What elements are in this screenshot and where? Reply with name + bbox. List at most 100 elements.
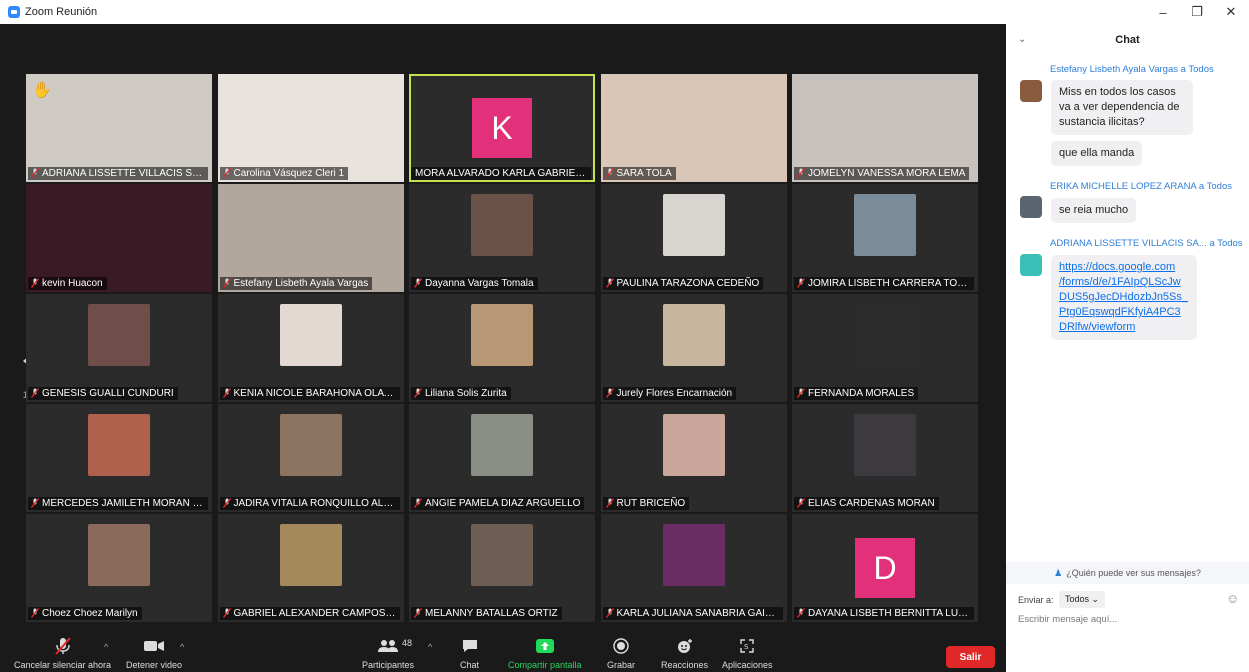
mic-muted-icon (31, 388, 39, 398)
participant-name: RUT BRICEÑO (602, 497, 690, 510)
participant-tile[interactable]: Choez Choez Marilyn (26, 514, 212, 622)
participant-video (662, 194, 725, 256)
participant-tile[interactable]: SARA TOLA (600, 74, 787, 182)
participant-tile[interactable]: ✋ ADRIANA LISSETTE VILLACIS SANTOS (26, 74, 212, 182)
who-can-see-label: ¿Quién puede ver sus mensajes? (1066, 568, 1201, 578)
participant-tile[interactable]: ELIAS CARDENAS MORAN (792, 404, 978, 512)
participant-name: KENIA NICOLE BARAHONA OLAYA (219, 387, 400, 400)
participant-tile[interactable]: JADIRA VITALIA RONQUILLO ALCIVAR (217, 404, 404, 512)
audio-options-caret[interactable]: ^ (104, 642, 108, 652)
participant-name: DAYANA LISBETH BERNITTA LUCAS (794, 607, 974, 620)
participant-name: PAULINA TARAZONA CEDEÑO (602, 277, 764, 290)
emoji-icon[interactable]: ☺ (1226, 591, 1239, 606)
participant-tile[interactable]: GABRIEL ALEXANDER CAMPOS ME... (217, 514, 404, 622)
smiley-plus-icon (676, 636, 694, 656)
mic-muted-icon (31, 608, 39, 618)
restore-button[interactable]: ❐ (1180, 0, 1214, 24)
participant-video (854, 194, 916, 256)
mic-muted-icon (605, 498, 614, 508)
meeting-toolbar: Cancelar silenciar ahora ^ Detener video… (0, 634, 1006, 672)
avatar: K (472, 98, 532, 158)
mic-muted-icon (797, 608, 805, 618)
participant-name: ANGIE PAMELA DIAZ ARGUELLO (411, 497, 585, 510)
mic-muted-icon (605, 608, 614, 618)
participant-video (279, 524, 342, 586)
mic-muted-icon (222, 498, 231, 508)
participant-name: KARLA JULIANA SANABRIA GAIBOR (602, 607, 783, 620)
participant-name: Liliana Solis Zurita (411, 387, 511, 400)
participant-tile[interactable]: MELANNY BATALLAS ORTIZ (409, 514, 595, 622)
participant-video (279, 414, 342, 476)
mic-muted-icon (222, 388, 231, 398)
participant-video (88, 304, 150, 366)
apps-button[interactable]: S Aplicaciones (722, 636, 773, 670)
participant-tile[interactable]: MERCEDES JAMILETH MORAN GU... (26, 404, 212, 512)
participant-tile[interactable]: Estefany Lisbeth Ayala Vargas (217, 184, 404, 292)
participant-tile[interactable]: kevin Huacon (26, 184, 212, 292)
mic-muted-icon (31, 168, 39, 178)
participant-name: Estefany Lisbeth Ayala Vargas (219, 277, 373, 290)
participant-name: Carolina Vásquez Cleri 1 (219, 167, 349, 180)
collapse-chat-icon[interactable]: ⌄ (1018, 34, 1026, 45)
unmute-label: Cancelar silenciar ahora (14, 660, 112, 670)
mic-muted-icon (222, 608, 231, 618)
participant-video (88, 524, 150, 586)
avatar (1020, 196, 1042, 218)
participant-tile[interactable]: D DAYANA LISBETH BERNITTA LUCAS (792, 514, 978, 622)
mic-muted-icon (31, 278, 39, 288)
apps-label: Aplicaciones (722, 660, 773, 670)
share-screen-button[interactable]: Compartir pantalla (508, 636, 582, 670)
chat-message-input[interactable] (1018, 614, 1238, 625)
record-button[interactable]: Grabar (607, 636, 635, 670)
record-icon (613, 636, 629, 656)
participant-tile[interactable]: Dayanna Vargas Tomala (409, 184, 595, 292)
mic-muted-icon (222, 168, 231, 178)
close-button[interactable]: ✕ (1214, 0, 1248, 24)
chat-message-link: https://docs.google.com /forms/d/e/1FAIp… (1051, 255, 1197, 340)
participant-video (662, 524, 725, 586)
participant-tile[interactable]: JOMIRA LISBETH CARRERA TOMALÁ (792, 184, 978, 292)
chat-title: Chat (1115, 34, 1140, 46)
participant-tile[interactable]: K MORA ALVARADO KARLA GABRIELA (409, 74, 595, 182)
mic-muted-icon (222, 278, 231, 288)
participant-video (600, 74, 787, 182)
participant-video (279, 304, 342, 366)
avatar (1020, 254, 1042, 276)
video-options-caret[interactable]: ^ (180, 642, 184, 652)
leave-button[interactable]: Salir (946, 646, 995, 668)
mic-muted-icon (31, 498, 39, 508)
participant-name: JADIRA VITALIA RONQUILLO ALCIVAR (219, 497, 400, 510)
participant-name: GABRIEL ALEXANDER CAMPOS ME... (219, 607, 400, 620)
stop-video-button[interactable]: Detener video (126, 636, 182, 670)
mic-muted-icon (797, 168, 805, 178)
reactions-button[interactable]: Reacciones (661, 636, 708, 670)
participant-name: kevin Huacon (28, 277, 107, 290)
unmute-button[interactable]: Cancelar silenciar ahora (14, 636, 111, 670)
stop-video-label: Detener video (126, 660, 183, 670)
participant-tile[interactable]: Carolina Vásquez Cleri 1 (217, 74, 404, 182)
participant-tile[interactable]: KARLA JULIANA SANABRIA GAIBOR (600, 514, 787, 622)
participant-tile[interactable]: ANGIE PAMELA DIAZ ARGUELLO (409, 404, 595, 512)
window-titlebar: Zoom Reunión – ❐ ✕ (0, 0, 1249, 24)
chat-button[interactable]: Chat (460, 636, 479, 670)
form-link[interactable]: https://docs.google.com /forms/d/e/1FAIp… (1059, 261, 1188, 333)
participant-tile[interactable]: JOMELYN VANESSA MORA LEMA (792, 74, 978, 182)
participant-tile[interactable]: GENESIS GUALLI CUNDURI (26, 294, 212, 402)
chat-bubble-icon (461, 636, 479, 656)
participant-tile[interactable]: FERNANDA MORALES (792, 294, 978, 402)
participant-tile[interactable]: Liliana Solis Zurita (409, 294, 595, 402)
participant-tile[interactable]: KENIA NICOLE BARAHONA OLAYA (217, 294, 404, 402)
participant-tile[interactable]: Jurely Flores Encarnación (600, 294, 787, 402)
participant-tile[interactable]: RUT BRICEÑO (600, 404, 787, 512)
participant-name: Choez Choez Marilyn (28, 607, 142, 620)
chat-message: que ella manda (1051, 141, 1143, 166)
participant-name: GENESIS GUALLI CUNDURI (28, 387, 178, 400)
mic-muted-icon (797, 388, 805, 398)
avatar: D (855, 538, 915, 598)
send-to-dropdown[interactable]: Todos ⌄ (1059, 591, 1106, 608)
participant-tile[interactable]: PAULINA TARAZONA CEDEÑO (600, 184, 787, 292)
participants-options-caret[interactable]: ^ (428, 642, 432, 652)
participant-video (792, 74, 978, 182)
who-can-see-messages[interactable]: ♟ ¿Quién puede ver sus mensajes? (1006, 562, 1249, 584)
minimize-button[interactable]: – (1146, 0, 1180, 24)
